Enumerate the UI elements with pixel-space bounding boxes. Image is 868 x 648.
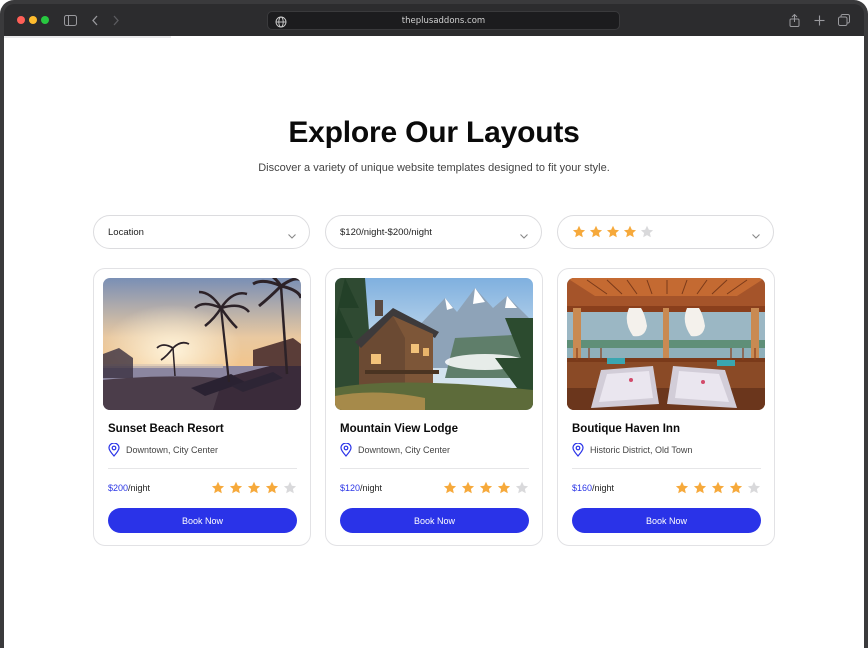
hotel-location: Downtown, City Center: [108, 442, 219, 457]
url-text: theplusaddons.com: [401, 15, 486, 26]
hotel-card: Mountain View Lodge Downtown, City Cente…: [325, 268, 543, 546]
star-filled-icon: [693, 481, 707, 495]
star-filled-icon: [711, 481, 725, 495]
hotel-name: Mountain View Lodge: [340, 423, 458, 435]
page-viewport: Explore Our Layouts Discover a variety o…: [4, 36, 864, 648]
page-load-progress: [4, 36, 171, 38]
hotel-rating: [443, 481, 529, 495]
price-amount: $160: [572, 483, 593, 493]
address-bar[interactable]: theplusaddons.com: [267, 11, 620, 30]
price-filter[interactable]: $120/night-$200/night: [325, 215, 542, 249]
minimize-window-button[interactable]: [29, 16, 37, 24]
hotel-location: Downtown, City Center: [340, 442, 451, 457]
hotel-card: Sunset Beach Resort Downtown, City Cente…: [93, 268, 311, 546]
star-filled-icon: [211, 481, 225, 495]
page-title: Explore Our Layouts: [288, 116, 580, 149]
star-filled-icon: [675, 481, 689, 495]
star-filled-icon: [461, 481, 475, 495]
price-filter-value: $120/night-$200/night: [340, 226, 432, 238]
hotel-price: $200/night: [108, 483, 150, 493]
rating-filter-stars: [572, 225, 654, 239]
browser-titlebar: theplusaddons.com: [4, 4, 864, 36]
browser-window: theplusaddons.com Explore Our Layouts Di…: [0, 0, 868, 648]
map-pin-icon: [340, 442, 352, 457]
hotel-location: Historic District, Old Town: [572, 442, 693, 457]
chevron-down-icon: [519, 228, 529, 239]
hotel-price: $120/night: [340, 483, 382, 493]
hotel-card: Boutique Haven Inn Historic District, Ol…: [557, 268, 775, 546]
tabs-overview-icon[interactable]: [837, 13, 851, 27]
star-filled-icon: [606, 225, 620, 239]
back-icon[interactable]: [88, 13, 102, 27]
mountain-lodge-photo: [335, 278, 533, 410]
page-subtitle: Discover a variety of unique website tem…: [258, 162, 610, 174]
star-filled-icon: [623, 225, 637, 239]
price-amount: $120: [340, 483, 361, 493]
divider: [340, 468, 529, 469]
map-pin-icon: [572, 442, 584, 457]
star-filled-icon: [589, 225, 603, 239]
star-filled-icon: [229, 481, 243, 495]
price-unit: /night: [360, 483, 383, 493]
star-empty-icon: [283, 481, 297, 495]
hotel-price: $160/night: [572, 483, 614, 493]
book-now-button[interactable]: Book Now: [108, 508, 297, 533]
star-filled-icon: [729, 481, 743, 495]
star-empty-icon: [640, 225, 654, 239]
forward-icon[interactable]: [109, 13, 123, 27]
location-filter[interactable]: Location: [93, 215, 310, 249]
globe-icon: [275, 15, 287, 28]
price-unit: /night: [592, 483, 615, 493]
zoom-window-button[interactable]: [41, 16, 49, 24]
beach-resort-photo: [103, 278, 301, 410]
spa-pavilion-photo: [567, 278, 765, 410]
book-now-button[interactable]: Book Now: [572, 508, 761, 533]
map-pin-icon: [108, 442, 120, 457]
chevron-down-icon: [287, 228, 297, 239]
star-filled-icon: [265, 481, 279, 495]
star-filled-icon: [479, 481, 493, 495]
divider: [108, 468, 297, 469]
star-filled-icon: [497, 481, 511, 495]
hotel-location-text: Downtown, City Center: [358, 445, 451, 455]
hotel-name: Sunset Beach Resort: [108, 423, 224, 435]
sidebar-icon[interactable]: [63, 13, 77, 27]
close-window-button[interactable]: [17, 16, 25, 24]
location-filter-value: Location: [108, 226, 144, 238]
new-tab-icon[interactable]: [812, 13, 826, 27]
chevron-down-icon: [751, 228, 761, 239]
hotel-name: Boutique Haven Inn: [572, 423, 680, 435]
book-now-button[interactable]: Book Now: [340, 508, 529, 533]
price-amount: $200: [108, 483, 129, 493]
star-filled-icon: [443, 481, 457, 495]
star-empty-icon: [747, 481, 761, 495]
price-unit: /night: [128, 483, 151, 493]
divider: [572, 468, 761, 469]
hotel-rating: [211, 481, 297, 495]
star-empty-icon: [515, 481, 529, 495]
star-filled-icon: [572, 225, 586, 239]
share-icon[interactable]: [787, 13, 801, 27]
hotel-location-text: Historic District, Old Town: [590, 445, 693, 455]
hotel-rating: [675, 481, 761, 495]
hotel-location-text: Downtown, City Center: [126, 445, 219, 455]
star-filled-icon: [247, 481, 261, 495]
rating-filter[interactable]: [557, 215, 774, 249]
